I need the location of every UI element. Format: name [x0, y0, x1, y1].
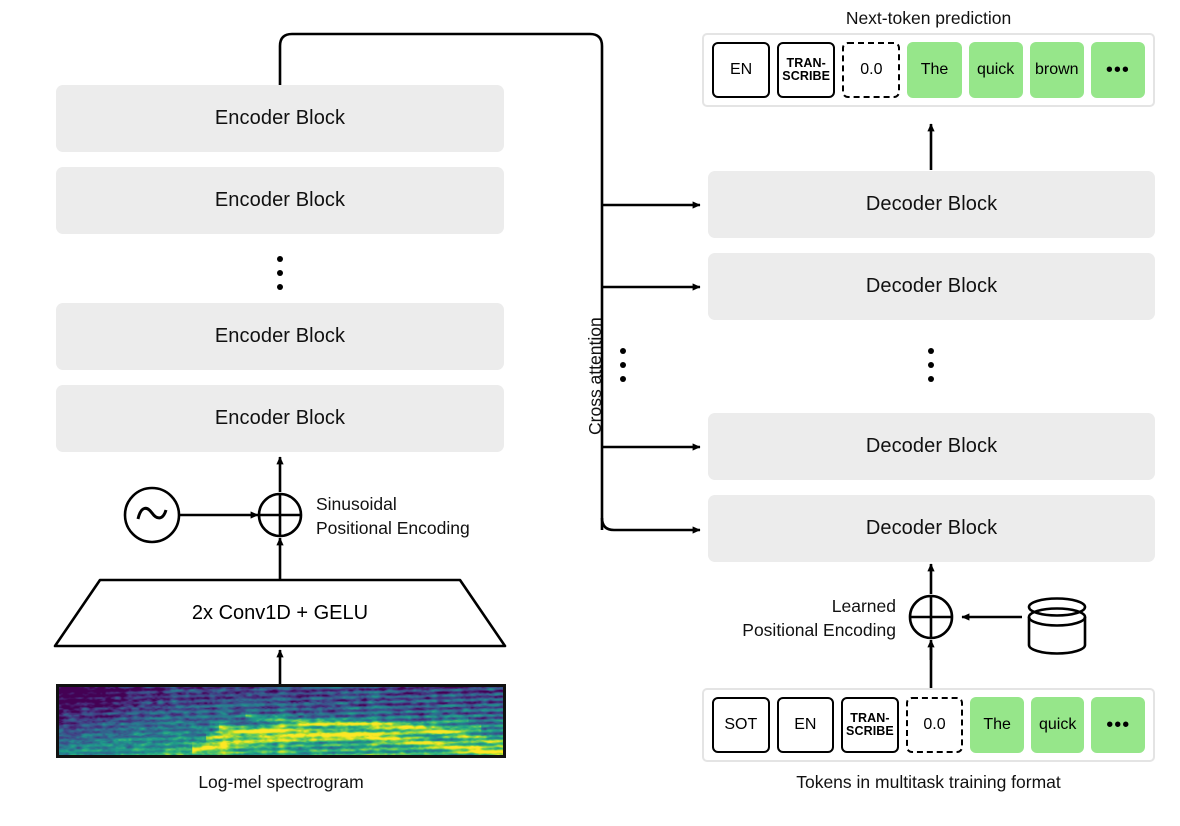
- input-token-6: •••: [1091, 697, 1146, 753]
- output-token-strip: EN TRAN- SCRIBE 0.0 The quick brown •••: [702, 33, 1155, 107]
- decoder-block-2: Decoder Block: [708, 253, 1155, 320]
- input-token-4: The: [970, 697, 1024, 753]
- decoder-block-label: Decoder Block: [865, 193, 998, 215]
- output-token-5: brown: [1029, 42, 1084, 98]
- decoder-block-bottom: Decoder Block: [708, 495, 1155, 562]
- diagram-canvas: Encoder Block Encoder Block Encoder Bloc…: [0, 0, 1180, 826]
- encoder-block-label: Encoder Block: [214, 325, 346, 347]
- decoder-block-label: Decoder Block: [865, 435, 998, 457]
- cross-attention-ellipsis-icon: [620, 348, 626, 382]
- sinusoidal-positional-encoding-label: Sinusoidal Positional Encoding: [316, 493, 470, 540]
- conv-stem-label: 2x Conv1D + GELU: [191, 601, 369, 624]
- output-token-3: The: [907, 42, 962, 98]
- encoder-block-label: Encoder Block: [214, 189, 346, 211]
- output-token-1: TRAN- SCRIBE: [777, 42, 836, 98]
- decoder-block-top: Decoder Block: [708, 171, 1155, 238]
- output-token-2: 0.0: [842, 42, 901, 98]
- conv-stem-label-wrap: 2x Conv1D + GELU: [55, 580, 505, 646]
- input-token-3: 0.0: [905, 697, 964, 753]
- cross-attention-label: Cross attention: [585, 317, 606, 435]
- database-cylinder-icon: [1027, 597, 1087, 655]
- decoder-ellipsis-icon: [928, 348, 934, 382]
- encoder-block-label: Encoder Block: [214, 107, 346, 129]
- input-token-5: quick: [1030, 697, 1085, 753]
- decoder-block-label: Decoder Block: [865, 517, 998, 539]
- spectrogram-caption-text: Log-mel spectrogram: [198, 772, 364, 792]
- sinusoidal-pe-line2: Positional Encoding: [316, 517, 470, 538]
- encoder-block-label: Encoder Block: [214, 407, 346, 429]
- input-tokens-caption: Tokens in multitask training format: [702, 772, 1155, 793]
- input-tokens-caption-text: Tokens in multitask training format: [796, 772, 1061, 792]
- sine-wave-icon-glyph: [136, 506, 168, 520]
- learned-positional-encoding-label: Learned Positional Encoding: [728, 595, 896, 642]
- cross-attention-arrow-4: [600, 517, 701, 534]
- decoder-block-label: Decoder Block: [865, 275, 998, 297]
- cross-attention-label-text: Cross attention: [585, 317, 605, 435]
- spectrogram-caption: Log-mel spectrogram: [56, 772, 506, 793]
- log-mel-spectrogram-image: [56, 684, 506, 758]
- encoder-ellipsis-icon: [277, 256, 283, 290]
- output-token-6: •••: [1090, 42, 1145, 98]
- input-token-1: EN: [776, 697, 835, 753]
- output-token-4: quick: [968, 42, 1023, 98]
- next-token-prediction-caption: Next-token prediction: [702, 8, 1155, 29]
- input-token-2: TRAN- SCRIBE: [841, 697, 899, 753]
- sinusoidal-pe-line1: Sinusoidal: [316, 494, 397, 514]
- learned-pe-line1: Learned: [831, 596, 896, 616]
- next-token-prediction-caption-text: Next-token prediction: [845, 8, 1012, 28]
- input-token-strip: SOT EN TRAN- SCRIBE 0.0 The quick •••: [702, 688, 1155, 762]
- input-token-0: SOT: [712, 697, 770, 753]
- output-token-0: EN: [712, 42, 771, 98]
- encoder-block-3: Encoder Block: [56, 303, 504, 370]
- learned-pe-line2: Positional Encoding: [742, 619, 896, 640]
- decoder-block-3: Decoder Block: [708, 413, 1155, 480]
- encoder-block-bottom: Encoder Block: [56, 385, 504, 452]
- encoder-block-top: Encoder Block: [56, 85, 504, 152]
- encoder-block-2: Encoder Block: [56, 167, 504, 234]
